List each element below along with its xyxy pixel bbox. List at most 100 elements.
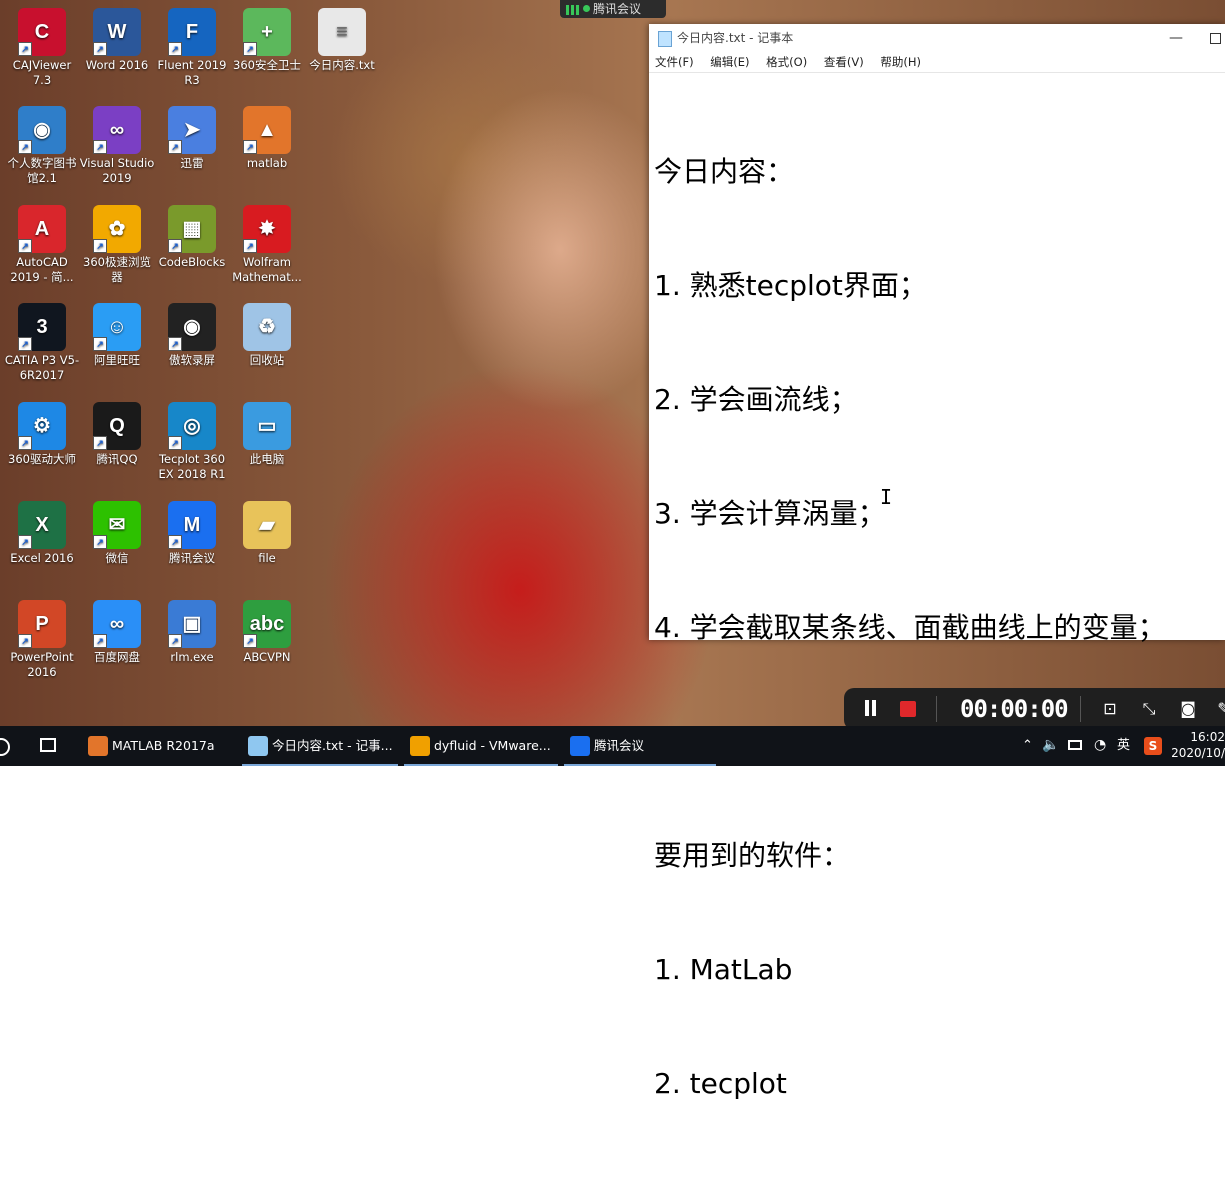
desktop-icon-label: PowerPoint 2016 [10, 650, 74, 679]
menu-edit[interactable]: 编辑(E) [710, 55, 749, 69]
desktop-icon-label: 个人数字图书馆2.1 [7, 156, 77, 185]
task-view-icon[interactable] [40, 738, 56, 752]
screenshot-region-icon[interactable]: ⊡ [1100, 699, 1120, 719]
taskbar-item-tencent-meeting[interactable]: 腾讯会议 [564, 726, 716, 766]
desktop-icon-label: 微信 [105, 551, 129, 565]
clock-date: 2020/10/ [1171, 746, 1225, 760]
desktop-icon-label: Word 2016 [85, 58, 149, 72]
app-glyph: ✉ [108, 513, 126, 536]
desktop-icon[interactable]: ✿ ↗ 360极速浏览器 [79, 205, 155, 285]
taskbar-clock[interactable]: 16:02 2020/10/ [1169, 729, 1225, 761]
desktop-icon[interactable]: ⚙ ↗ 360驱动大师 [4, 402, 80, 467]
desktop-icon-label: Wolfram Mathemat... [232, 255, 302, 284]
menu-format[interactable]: 格式(O) [766, 55, 807, 69]
matlab-icon [88, 736, 108, 756]
desktop-icon[interactable]: 3 ↗ CATIA P3 V5-6R2017 [4, 303, 80, 383]
menu-help[interactable]: 帮助(H) [880, 55, 921, 69]
desktop-icon[interactable]: A ↗ AutoCAD 2019 - 简... [4, 205, 80, 285]
desktop-icon[interactable]: Q ↗ 腾讯QQ [79, 402, 155, 467]
desktop-icon[interactable]: ◉ ↗ 个人数字图书馆2.1 [4, 106, 80, 186]
divider [1080, 696, 1081, 722]
taskbar-item-notepad[interactable]: 今日内容.txt - 记事... [242, 726, 398, 766]
desktop-icon[interactable]: ◉ ↗ 傲软录屏 [154, 303, 230, 368]
desktop-icon-label: Excel 2016 [10, 551, 74, 565]
desktop-icon[interactable]: X ↗ Excel 2016 [4, 501, 80, 566]
desktop-icon[interactable]: F ↗ Fluent 2019 R3 [154, 8, 230, 88]
desktop-icon[interactable]: ∞ ↗ 百度网盘 [79, 600, 155, 665]
desktop-icon[interactable]: ☺ ↗ 阿里旺旺 [79, 303, 155, 368]
minimize-icon[interactable]: — [1169, 24, 1183, 52]
desktop-icon[interactable]: W ↗ Word 2016 [79, 8, 155, 73]
app-icon: P ↗ [18, 600, 66, 648]
shortcut-arrow-icon: ↗ [18, 337, 32, 351]
desktop-icon-label: CATIA P3 V5-6R2017 [4, 353, 80, 382]
shortcut-arrow-icon: ↗ [168, 436, 182, 450]
app-icon: ✿ ↗ [93, 205, 141, 253]
menu-view[interactable]: 查看(V) [824, 55, 864, 69]
search-icon[interactable] [0, 738, 10, 756]
notepad-window[interactable]: 今日内容.txt - 记事本 — 文件(F) 编辑(E) 格式(O) 查看(V)… [649, 24, 1225, 1100]
desktop-icon[interactable]: abc ↗ ABCVPN [229, 600, 305, 665]
app-glyph: + [261, 20, 273, 43]
desktop-icon-label: CAJViewer 7.3 [12, 58, 72, 87]
pause-button[interactable] [864, 700, 878, 716]
taskbar-item-vmware[interactable]: dyfluid - VMware... [404, 726, 558, 766]
desktop-icon[interactable]: ▭ 此电脑 [229, 402, 305, 467]
desktop-icon[interactable]: ∞ ↗ Visual Studio 2019 [79, 106, 155, 186]
meeting-indicator[interactable]: 腾讯会议 [560, 0, 666, 18]
desktop-icon-label: 迅雷 [180, 156, 204, 170]
app-glyph: ♻ [258, 315, 276, 338]
desktop-icon[interactable]: ▰ file [229, 501, 305, 566]
desktop-icon[interactable]: ✸ ↗ Wolfram Mathemat... [229, 205, 305, 285]
app-glyph: F [185, 20, 199, 43]
desktop-icon[interactable]: P ↗ PowerPoint 2016 [4, 600, 80, 680]
desktop-icon-label: Tecplot 360 EX 2018 R1 [158, 452, 226, 481]
screen-recorder-toolbar: 00:00:00 ⊡ ⤡ ◙ ✎ [844, 688, 1225, 730]
taskbar-item-matlab[interactable]: MATLAB R2017a [82, 726, 234, 766]
app-glyph: ▣ [182, 612, 202, 635]
app-glyph: ▰ [259, 513, 275, 536]
ime-indicator[interactable]: 英 [1117, 726, 1130, 766]
desktop-icon[interactable]: ▣ ↗ rlm.exe [154, 600, 230, 665]
shortcut-arrow-icon: ↗ [168, 239, 182, 253]
app-icon: ▰ [243, 501, 291, 549]
desktop-icon[interactable]: ≡ 今日内容.txt [304, 8, 380, 73]
text-line: 今日内容： [654, 155, 795, 188]
volume-icon[interactable]: 🔈 [1042, 737, 1059, 753]
shortcut-arrow-icon: ↗ [93, 634, 107, 648]
desktop-icon[interactable]: ▲ ↗ matlab [229, 106, 305, 171]
app-glyph: ▭ [257, 414, 277, 437]
maximize-icon[interactable] [1210, 33, 1221, 44]
wifi-icon[interactable]: ◔ [1094, 737, 1106, 753]
desktop-icon[interactable]: ✉ ↗ 微信 [79, 501, 155, 566]
chevron-up-icon[interactable]: ⌃ [1022, 738, 1033, 753]
desktop-icon[interactable]: ▦ ↗ CodeBlocks [154, 205, 230, 270]
stop-record-button[interactable] [900, 701, 916, 717]
edit-icon[interactable]: ✎ [1214, 699, 1225, 719]
desktop-icon[interactable]: ➤ ↗ 迅雷 [154, 106, 230, 171]
desktop-icon[interactable]: + ↗ 360安全卫士 [229, 8, 305, 73]
app-icon: ∞ ↗ [93, 600, 141, 648]
desktop-icon[interactable]: ♻ 回收站 [229, 303, 305, 368]
desktop-icon-label: 此电脑 [249, 452, 285, 466]
meeting-indicator-label: 腾讯会议 [593, 2, 642, 16]
notepad-titlebar[interactable]: 今日内容.txt - 记事本 — [649, 24, 1225, 52]
taskbar-item-label: 今日内容.txt - 记事... [272, 738, 393, 753]
record-timer: 00:00:00 [960, 695, 1069, 723]
desktop-icon[interactable]: M ↗ 腾讯会议 [154, 501, 230, 566]
desktop-icon[interactable]: C ↗ CAJViewer 7.3 [4, 8, 80, 88]
menu-file[interactable]: 文件(F) [655, 55, 694, 69]
sogou-ime-icon[interactable]: S [1144, 737, 1162, 755]
collapse-icon[interactable]: ⤡ [1139, 699, 1159, 719]
camera-icon[interactable]: ◙ [1178, 699, 1198, 719]
shortcut-arrow-icon: ↗ [168, 535, 182, 549]
shortcut-arrow-icon: ↗ [168, 337, 182, 351]
app-icon: ▭ [243, 402, 291, 450]
shortcut-arrow-icon: ↗ [243, 140, 257, 154]
desktop-icon[interactable]: ◎ ↗ Tecplot 360 EX 2018 R1 [154, 402, 230, 482]
app-glyph: ☺ [106, 315, 128, 338]
battery-icon[interactable] [1068, 740, 1082, 750]
app-icon: ♻ [243, 303, 291, 351]
desktop-icon-label: 回收站 [249, 353, 285, 367]
notepad-text-area[interactable]: 今日内容： 1. 熟悉tecplot界面； 2. 学会画流线； 3. 学会计算涡… [649, 73, 1225, 1183]
